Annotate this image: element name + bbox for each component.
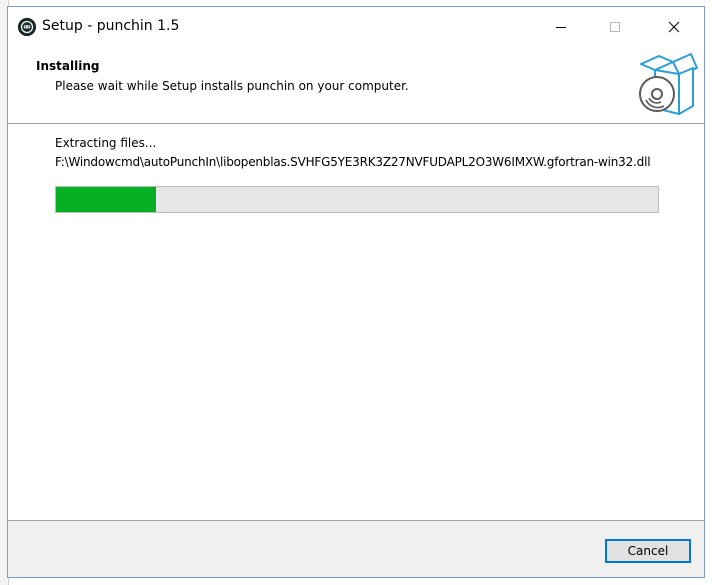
minimize-button[interactable] — [538, 7, 584, 47]
minimize-icon — [556, 27, 566, 28]
title-bar[interactable]: Setup - punchin 1.5 — [8, 7, 704, 47]
wizard-header: Installing Please wait while Setup insta… — [8, 47, 704, 124]
software-box-cd-icon — [637, 50, 699, 116]
current-file-path: F:\Windowcmd\autoPunchIn\libopenblas.SVH… — [55, 155, 651, 169]
progress-bar — [55, 186, 659, 213]
page-subtitle: Please wait while Setup installs punchin… — [55, 79, 409, 93]
close-icon — [668, 21, 680, 33]
maximize-icon — [610, 22, 620, 32]
page-title: Installing — [36, 59, 100, 73]
close-button[interactable] — [651, 7, 697, 47]
maximize-button[interactable] — [592, 7, 638, 47]
wizard-footer: Cancel — [8, 521, 704, 577]
progress-bar-fill — [56, 187, 156, 212]
cancel-button[interactable]: Cancel — [605, 539, 691, 563]
window-title: Setup - punchin 1.5 — [42, 18, 180, 34]
punchin-app-icon — [18, 18, 36, 36]
status-text: Extracting files... — [55, 136, 157, 150]
desktop: Setup - punchin 1.5 Installing Please wa… — [0, 0, 712, 585]
setup-window: Setup - punchin 1.5 Installing Please wa… — [7, 6, 705, 578]
wizard-content: Extracting files... F:\Windowcmd\autoPun… — [8, 124, 704, 520]
